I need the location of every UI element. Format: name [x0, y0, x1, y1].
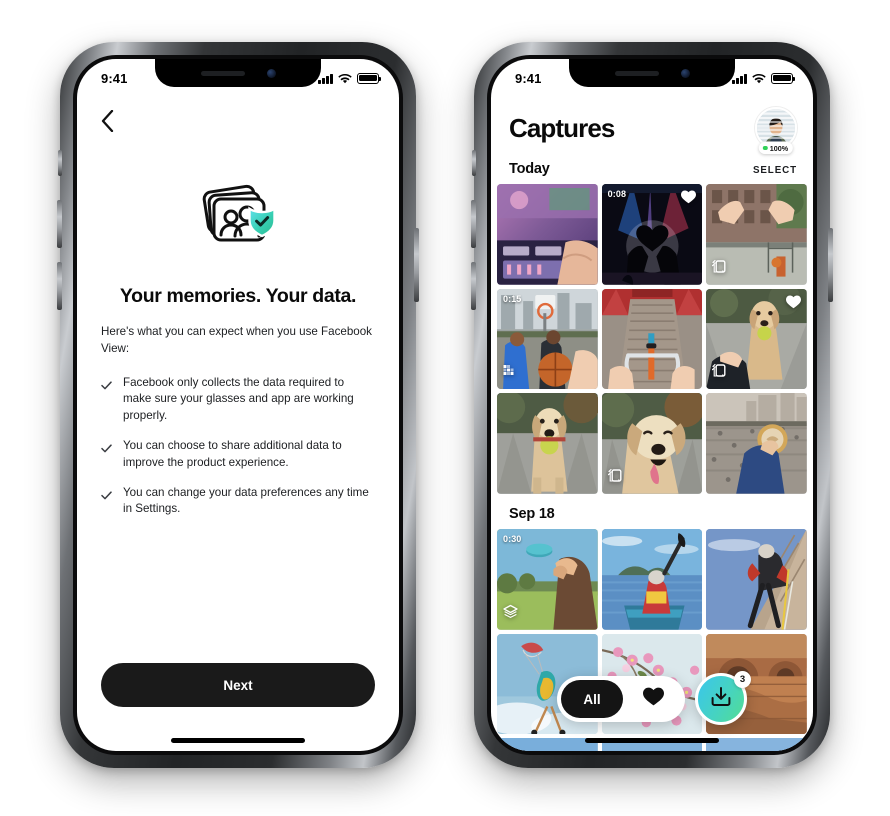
section-title: Today [509, 161, 550, 177]
front-camera-icon [680, 68, 690, 78]
power-button[interactable] [828, 228, 833, 302]
layers-icon [503, 604, 518, 624]
status-time: 9:41 [101, 70, 128, 86]
next-button[interactable]: Next [101, 663, 375, 707]
floating-toolbar: All 3 [491, 671, 813, 725]
tile-desert-mesa-photo[interactable] [497, 738, 598, 751]
captures-header: Captures 100% [491, 97, 813, 154]
chevron-left-icon [101, 110, 114, 132]
onboarding-screen: Your memories. Your data. Here's what yo… [77, 59, 399, 751]
notch [569, 59, 735, 87]
filter-segmented-control: All [557, 676, 685, 722]
volume-up-button[interactable] [471, 200, 476, 248]
status-time: 9:41 [515, 70, 542, 86]
status-badge: 100% [758, 142, 794, 154]
list-item: You can change your data preferences any… [101, 485, 375, 519]
status-indicators [732, 72, 796, 84]
favorite-heart-icon [785, 295, 801, 314]
hyperlapse-icon [503, 363, 518, 383]
home-indicator[interactable] [171, 738, 305, 743]
page-title: Captures [509, 112, 615, 143]
list-item-text: You can change your data preferences any… [123, 485, 369, 516]
silent-switch[interactable] [472, 150, 476, 176]
avatar[interactable]: 100% [755, 107, 797, 154]
screenshot-stage: 9:41 Your memories. Your data. Here's wh… [0, 0, 890, 816]
volume-down-button[interactable] [57, 262, 62, 310]
back-button[interactable] [101, 107, 129, 135]
phone-left: 9:41 Your memories. Your data. Here's wh… [57, 42, 419, 768]
tile-dog-closeup-photo[interactable] [601, 393, 703, 495]
tile-coffee-plaza-photo[interactable] [706, 393, 807, 494]
list-item-text: You can choose to share additional data … [123, 438, 342, 469]
signal-icon [732, 73, 747, 84]
list-item: You can choose to share additional data … [101, 438, 375, 472]
status-indicators [318, 72, 382, 84]
media-grid-today: 0:08 0:15 [491, 184, 813, 495]
burst-icon [607, 468, 622, 488]
power-button[interactable] [414, 228, 419, 302]
section-title: Sep 18 [509, 506, 555, 523]
tile-dog-running-photo[interactable] [497, 393, 598, 494]
silent-switch[interactable] [58, 150, 62, 176]
tile-dj-mixer-photo[interactable] [497, 184, 598, 285]
tile-rock-climber-photo[interactable] [706, 529, 807, 630]
signal-icon [318, 73, 333, 84]
section-header-today: Today SELECT [491, 149, 813, 184]
burst-icon [712, 259, 726, 279]
battery-icon [771, 72, 796, 84]
list-item: Facebook only collects the data required… [101, 375, 375, 425]
tile-kayak-lake-photo[interactable] [601, 529, 703, 630]
phone-right-bezel: 9:41 Captures 100% Today SELECT 0:08 0:1… [487, 55, 817, 755]
tile-frisbee-catch-video[interactable]: 0:30 [497, 529, 598, 630]
duration-label: 0:30 [503, 534, 522, 545]
download-icon [709, 685, 733, 714]
wifi-icon [338, 73, 352, 84]
page-subtitle: Here's what you can expect when you use … [101, 325, 372, 355]
phone-right: 9:41 Captures 100% Today SELECT 0:08 0:1… [471, 42, 833, 768]
duration-label: 0:08 [607, 189, 627, 199]
page-title: Your memories. Your data. [119, 285, 357, 307]
captures-screen: Captures 100% Today SELECT 0:08 0:15 Sep… [491, 59, 813, 751]
battery-icon [357, 72, 382, 84]
volume-down-button[interactable] [471, 262, 476, 310]
select-button[interactable]: SELECT [753, 165, 797, 176]
earpiece-speaker [614, 70, 659, 76]
home-indicator[interactable] [585, 738, 719, 743]
notch [155, 59, 321, 87]
tile-concert-heart-video[interactable]: 0:08 [601, 184, 703, 285]
filter-all-button[interactable]: All [561, 680, 623, 718]
duration-label: 0:15 [503, 293, 522, 304]
phone-left-screen: 9:41 Your memories. Your data. Here's wh… [77, 59, 399, 751]
list-item-text: Facebook only collects the data required… [123, 375, 354, 423]
heart-icon [642, 687, 664, 711]
tile-basketball-players-video[interactable]: 0:15 [497, 288, 598, 390]
volume-up-button[interactable] [57, 200, 62, 248]
battery-percent-label: 100% [769, 143, 789, 153]
wifi-icon [752, 73, 766, 84]
tile-dog-ball-photo[interactable] [706, 288, 807, 390]
download-count-badge: 3 [734, 671, 751, 688]
phone-right-screen: 9:41 Captures 100% Today SELECT 0:08 0:1… [491, 59, 813, 751]
earpiece-speaker [200, 70, 245, 76]
benefits-list: Facebook only collects the data required… [101, 375, 375, 519]
tile-basketball-court-photo[interactable] [706, 184, 807, 285]
filter-favorites-button[interactable] [625, 680, 681, 718]
check-icon [101, 440, 112, 458]
front-camera-icon [266, 68, 276, 78]
check-icon [101, 487, 112, 505]
check-icon [101, 377, 112, 395]
favorite-heart-icon [681, 190, 697, 209]
photo-stack-shield-icon [195, 179, 281, 251]
phone-left-bezel: 9:41 Your memories. Your data. Here's wh… [73, 55, 403, 755]
section-header-sep18: Sep 18 [491, 494, 813, 529]
status-dot-icon [762, 145, 768, 151]
tile-desert-vista-photo[interactable] [706, 738, 807, 751]
download-fab-wrap: 3 [695, 671, 751, 725]
burst-icon [712, 363, 726, 383]
tile-bridge-scooter-photo[interactable] [601, 288, 703, 390]
